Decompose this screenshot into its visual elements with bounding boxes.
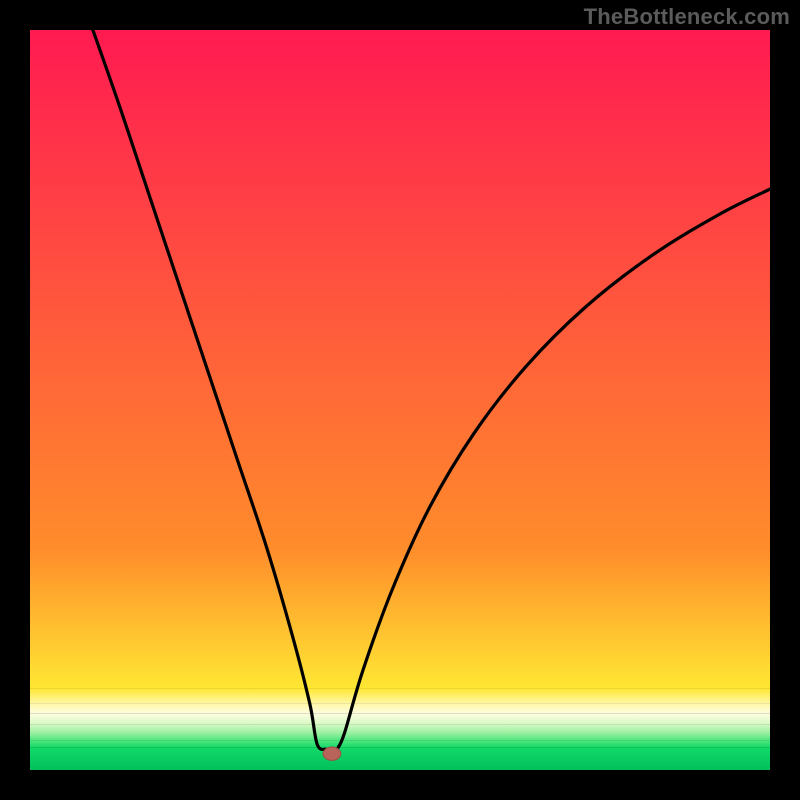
- outer-frame: TheBottleneck.com: [0, 0, 800, 800]
- plot-area: [30, 30, 770, 770]
- watermark-text: TheBottleneck.com: [584, 4, 790, 30]
- gradient-background: [30, 30, 770, 770]
- bottleneck-chart: [30, 30, 770, 770]
- minimum-marker: [323, 747, 341, 760]
